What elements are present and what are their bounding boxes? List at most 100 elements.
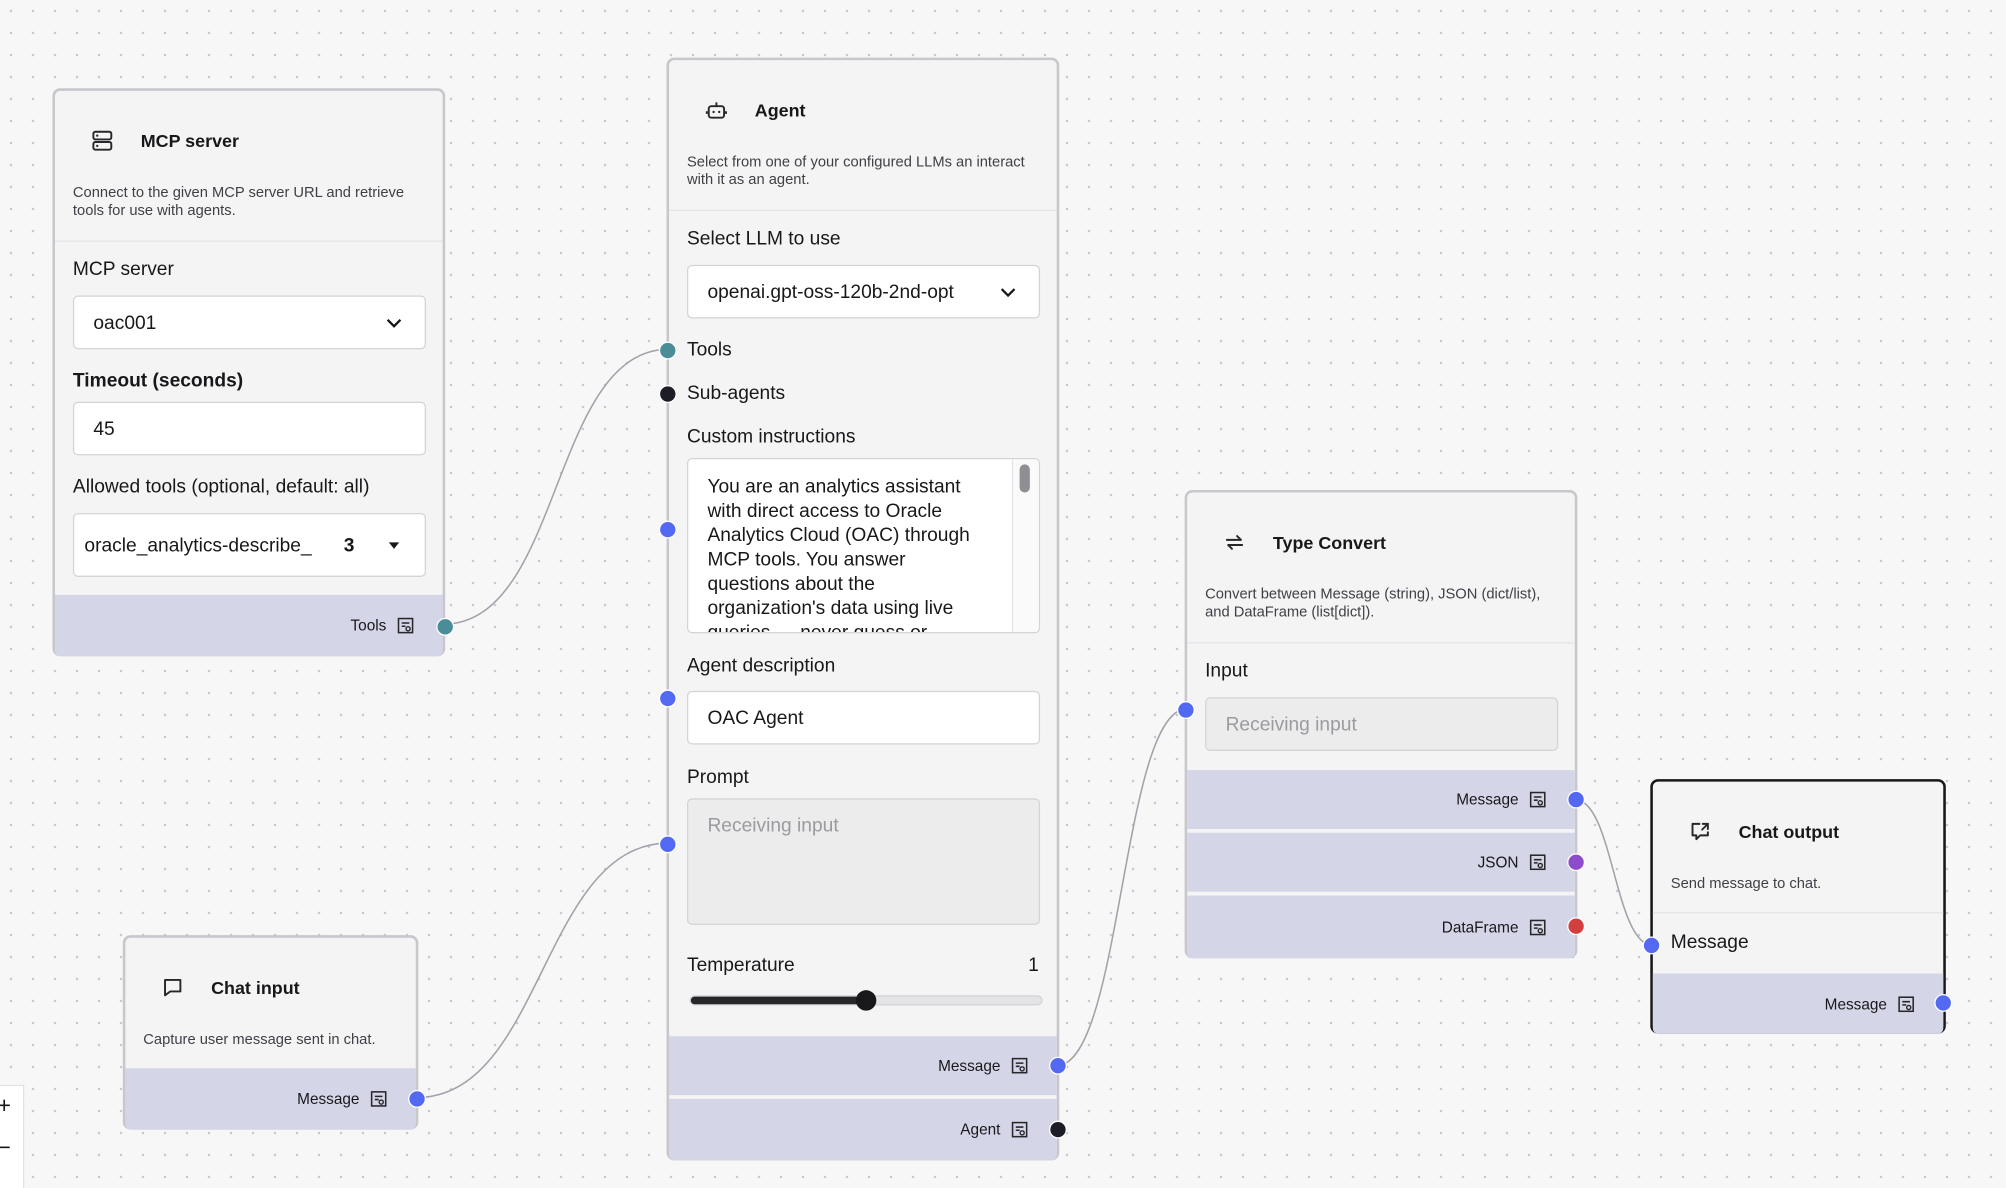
agent-description-value: OAC Agent	[707, 706, 804, 729]
node-description: Send message to chat.	[1670, 876, 1822, 892]
timeout-value: 45	[93, 417, 115, 440]
divider	[55, 240, 443, 242]
subagents-input-handle[interactable]	[658, 385, 677, 403]
chat-output-icon	[1691, 822, 1709, 841]
textarea-scrollbar[interactable]	[1011, 459, 1039, 632]
subagents-input-label: Sub-agents	[686, 382, 786, 405]
output-dataframe-row: DataFrame	[1187, 895, 1575, 959]
llm-label: Select LLM to use	[686, 227, 841, 250]
llm-value: openai.gpt-oss-120b-2nd-opt	[707, 280, 954, 303]
output-label: Message	[938, 1056, 1001, 1075]
mcp-server-select[interactable]: oac001	[72, 295, 427, 350]
zoom-in-button[interactable]: +	[0, 1093, 11, 1120]
output-json-row: JSON	[1187, 832, 1575, 892]
server-icon	[92, 130, 113, 151]
temperature-label: Temperature	[686, 954, 795, 977]
input-handle[interactable]	[1176, 701, 1195, 719]
timeout-label: Timeout (seconds)	[72, 369, 244, 392]
node-description: Select from one of your configured LLMs …	[686, 154, 1025, 189]
allowed-tools-label: Allowed tools (optional, default: all)	[72, 475, 370, 498]
node-title: Agent	[754, 99, 806, 121]
message-output-handle[interactable]	[1934, 994, 1953, 1012]
inspect-output-icon[interactable]	[1011, 1121, 1029, 1139]
output-label: Message	[297, 1089, 360, 1108]
inspect-output-icon[interactable]	[1529, 853, 1547, 871]
instructions-input-handle[interactable]	[658, 520, 677, 539]
output-label: DataFrame	[1441, 917, 1519, 936]
zoom-out-button[interactable]: −	[0, 1135, 11, 1162]
chat-input-node[interactable]: Chat input Capture user message sent in …	[122, 935, 427, 1130]
wire-tools-to-agent[interactable]	[442, 348, 670, 626]
message-input-label: Message	[1670, 931, 1749, 954]
instructions-text: You are an analytics assistant with dire…	[707, 475, 970, 634]
node-description: Connect to the given MCP server URL and …	[72, 185, 405, 219]
slider-thumb[interactable]	[855, 990, 877, 1011]
temperature-value: 1	[1028, 954, 1039, 977]
output-label: Agent	[960, 1120, 1001, 1139]
slider-fill	[690, 996, 867, 1005]
tools-output-handle[interactable]	[436, 617, 455, 636]
output-message-row: Message	[1652, 973, 1944, 1034]
node-description: Capture user message sent in chat.	[143, 1032, 376, 1048]
wire-typeconvert-to-chatoutput[interactable]	[1574, 798, 1653, 947]
message-output-handle[interactable]	[1567, 790, 1586, 809]
inspect-output-icon[interactable]	[397, 617, 415, 635]
inspect-output-icon[interactable]	[1529, 918, 1547, 936]
inspect-output-icon[interactable]	[1529, 791, 1547, 809]
message-output-handle[interactable]	[1049, 1056, 1067, 1075]
node-title: Chat input	[211, 977, 300, 998]
type-convert-input[interactable]: Receiving input	[1205, 697, 1559, 751]
prompt-input-handle[interactable]	[658, 835, 677, 854]
chat-output-node[interactable]: Chat output Send message to chat. Messag…	[1642, 779, 1953, 1034]
custom-instructions-textarea[interactable]: You are an analytics assistant with dire…	[686, 457, 1041, 634]
message-output-handle[interactable]	[408, 1089, 427, 1108]
chevron-down-icon	[386, 319, 402, 328]
agent-description-label: Agent description	[686, 655, 836, 677]
wire-agent-to-typeconvert[interactable]	[1056, 707, 1188, 1067]
allowed-tools-multiselect[interactable]: oracle_analytics-describe_ 3	[72, 512, 427, 577]
output-message-row: Message	[669, 1036, 1057, 1096]
chevron-down-icon	[1000, 288, 1016, 298]
agent-node[interactable]: Agent Select from one of your configured…	[658, 57, 1067, 1161]
chat-bubble-icon	[164, 978, 182, 997]
input-placeholder: Receiving input	[1225, 713, 1357, 735]
tools-input-handle[interactable]	[658, 341, 677, 360]
prompt-input[interactable]: Receiving input	[686, 798, 1041, 925]
output-message-row: Message	[1187, 770, 1575, 829]
type-convert-node[interactable]: Type Convert Convert between Message (st…	[1176, 489, 1586, 959]
mcp-server-value: oac001	[93, 311, 157, 334]
output-message-row: Message	[125, 1068, 416, 1130]
bot-icon	[705, 102, 727, 119]
llm-select[interactable]: openai.gpt-oss-120b-2nd-opt	[686, 264, 1041, 319]
divider	[1187, 642, 1575, 644]
flow-canvas[interactable]: MCP server Connect to the given MCP serv…	[0, 0, 2006, 1188]
dataframe-output-handle[interactable]	[1567, 917, 1586, 936]
inspect-output-icon[interactable]	[1011, 1057, 1029, 1075]
node-title: Chat output	[1738, 821, 1840, 842]
output-label: Message	[1456, 790, 1519, 809]
allowed-tools-count: 3	[343, 534, 355, 556]
allowed-tools-value: oracle_analytics-describe_	[84, 534, 312, 556]
temperature-slider[interactable]	[689, 990, 1043, 1011]
input-label: Input	[1205, 660, 1248, 682]
agent-description-input[interactable]: OAC Agent	[686, 690, 1041, 745]
divider	[669, 209, 1057, 212]
inspect-output-icon[interactable]	[370, 1090, 388, 1108]
mcp-server-label: MCP server	[72, 258, 174, 281]
prompt-placeholder: Receiving input	[707, 814, 839, 837]
divider	[1652, 912, 1944, 914]
scrollbar-thumb[interactable]	[1019, 464, 1030, 493]
json-output-handle[interactable]	[1567, 853, 1586, 872]
agent-output-handle[interactable]	[1049, 1120, 1067, 1139]
output-tools-row: Tools	[55, 594, 443, 657]
wire-chatinput-to-prompt[interactable]	[415, 842, 670, 1099]
mcp-server-node[interactable]: MCP server Connect to the given MCP serv…	[52, 88, 455, 657]
output-label: JSON	[1477, 853, 1519, 872]
output-label: Message	[1824, 994, 1887, 1013]
convert-arrows-icon	[1225, 535, 1244, 550]
message-input-handle[interactable]	[1642, 936, 1661, 955]
description-input-handle[interactable]	[658, 689, 677, 708]
timeout-input[interactable]: 45	[72, 401, 427, 456]
caret-down-icon	[388, 542, 400, 549]
inspect-output-icon[interactable]	[1897, 995, 1915, 1013]
